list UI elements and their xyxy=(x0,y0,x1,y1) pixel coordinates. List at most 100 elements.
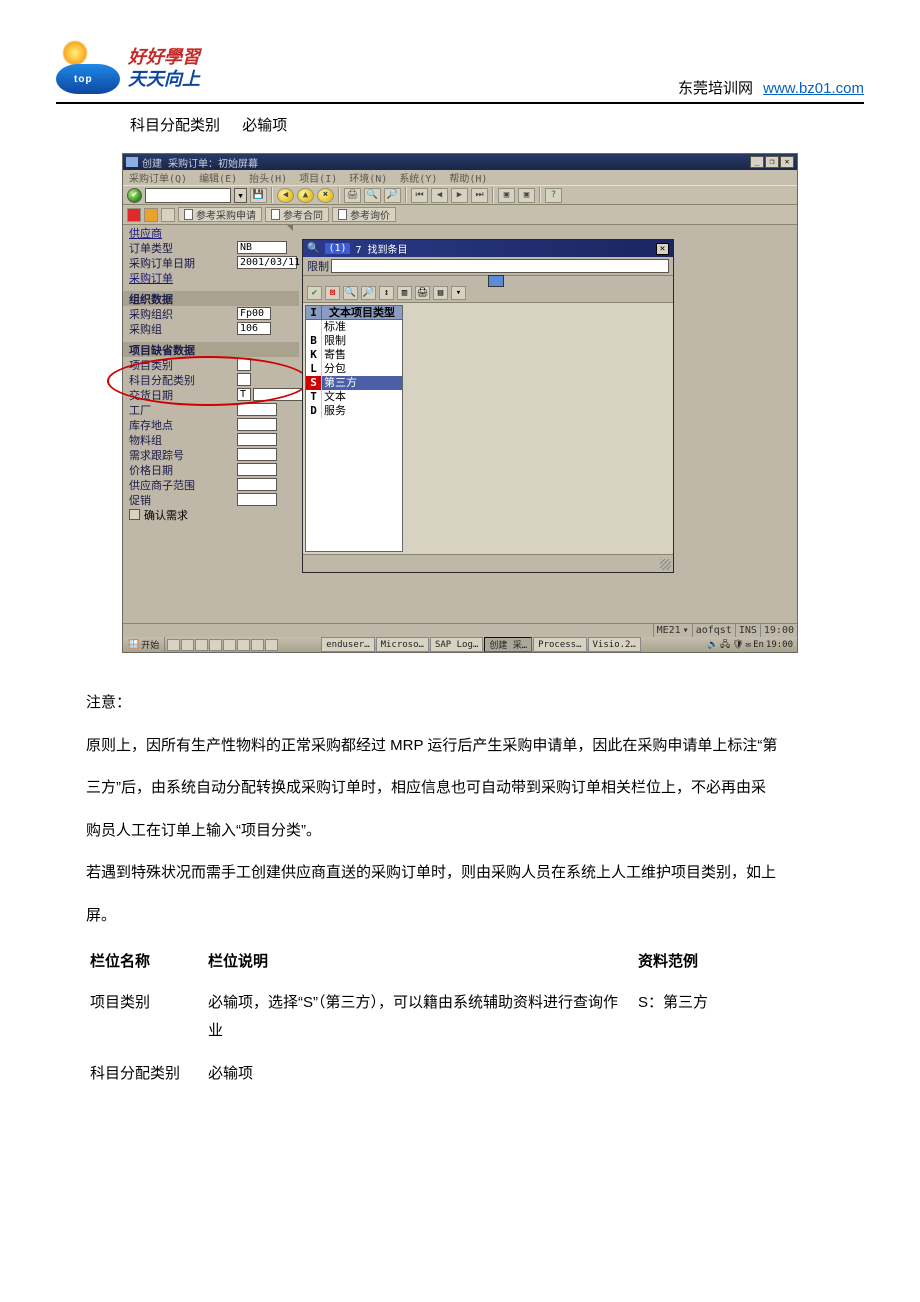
ref-contract-button[interactable]: 参考合同 xyxy=(265,207,329,222)
start-button[interactable]: 🪟 开始 xyxy=(123,637,165,652)
field-po-label[interactable]: 采购订单 xyxy=(129,270,237,286)
popup-export-icon[interactable]: ▤ xyxy=(433,286,448,300)
popup-sort-icon[interactable]: ↕ xyxy=(379,286,394,300)
tray-icon[interactable]: ✉ xyxy=(746,640,751,650)
save-icon[interactable]: 💾 xyxy=(250,188,267,203)
popup-restrict-input[interactable] xyxy=(331,259,669,273)
field-plant-value[interactable] xyxy=(237,403,277,416)
grid-row-selected[interactable]: S第三方 xyxy=(306,376,402,390)
header-site-link[interactable]: www.bz01.com xyxy=(763,80,864,97)
field-deliv-date-label: 交货日期 xyxy=(129,387,237,403)
popup-accept-icon[interactable]: ✔ xyxy=(307,286,322,300)
taskbar-task[interactable]: enduser… xyxy=(321,637,374,652)
menu-item[interactable]: 系统(Y) xyxy=(399,170,437,185)
field-matgrp-value[interactable] xyxy=(237,433,277,446)
tray-icon[interactable]: 🔊 xyxy=(707,640,718,650)
prev-page-icon[interactable]: ◀ xyxy=(431,188,448,203)
command-dropdown-icon[interactable]: ▾ xyxy=(234,188,247,203)
field-storage-value[interactable] xyxy=(237,418,277,431)
popup-cancel-icon[interactable]: ⊠ xyxy=(325,286,340,300)
grid-row[interactable]: L分包 xyxy=(306,362,402,376)
grid-row[interactable]: D服务 xyxy=(306,404,402,418)
popup-close-button[interactable]: ✕ xyxy=(656,243,669,255)
popup-print-icon[interactable]: 🖨 xyxy=(415,286,430,300)
field-purch-org-value[interactable]: Fp00 xyxy=(237,307,271,320)
menu-item[interactable]: 帮助(H) xyxy=(449,170,487,185)
popup-filter-icon[interactable]: ▥ xyxy=(397,286,412,300)
ql-icon[interactable] xyxy=(181,639,194,651)
popup-collapse-icon[interactable] xyxy=(488,275,504,287)
ref-quote-button[interactable]: 参考询价 xyxy=(332,207,396,222)
field-pricedate-value[interactable] xyxy=(237,463,277,476)
paragraph: 若遇到特殊状况而需手工创建供应商直送的采购订单时，则由采购人员在系统上人工维护项… xyxy=(56,859,864,888)
overview-icon[interactable] xyxy=(127,208,141,222)
last-page-icon[interactable]: ⏭ xyxy=(471,188,488,203)
tray-icon[interactable]: 🖧 xyxy=(720,637,730,653)
field-vendor-sub-value[interactable] xyxy=(237,478,277,491)
copy-icon[interactable] xyxy=(161,208,175,222)
field-acct-assign-value[interactable] xyxy=(237,373,251,386)
grid-row[interactable]: 标准 xyxy=(306,320,402,334)
popup-body: I 文本项目类型 标准 B限制 K寄售 L分包 S第三方 T文本 D服务 xyxy=(303,303,673,554)
menu-item[interactable]: 采购订单(Q) xyxy=(129,170,187,185)
popup-grid[interactable]: I 文本项目类型 标准 B限制 K寄售 L分包 S第三方 T文本 D服务 xyxy=(305,305,403,552)
confirm-checkbox[interactable] xyxy=(129,509,140,520)
back-icon[interactable]: ◀ xyxy=(277,188,294,203)
command-input[interactable] xyxy=(145,188,231,203)
th-name: 栏位名称 xyxy=(90,948,208,977)
first-page-icon[interactable]: ⏮ xyxy=(411,188,428,203)
grid-row[interactable]: T文本 xyxy=(306,390,402,404)
menu-item[interactable]: 环境(N) xyxy=(349,170,387,185)
window-title: 创建 采购订单：初始屏幕 xyxy=(142,155,750,170)
menu-item[interactable]: 编辑(E) xyxy=(199,170,237,185)
minimize-button[interactable]: _ xyxy=(750,156,764,168)
taskbar-task[interactable]: Microso… xyxy=(376,637,429,652)
ql-icon[interactable] xyxy=(167,639,180,651)
grid-row[interactable]: K寄售 xyxy=(306,348,402,362)
tray-lang[interactable]: En xyxy=(753,640,764,650)
taskbar-task[interactable]: Process… xyxy=(533,637,586,652)
find-icon[interactable]: 🔍 xyxy=(364,188,381,203)
field-purch-grp-value[interactable]: 106 xyxy=(237,322,271,335)
field-po-date-value[interactable]: 2001/03/11 xyxy=(237,256,297,269)
field-order-type-value[interactable]: NB xyxy=(237,241,287,254)
shortcut-icon[interactable]: ▣ xyxy=(518,188,535,203)
taskbar-task[interactable]: Visio.2… xyxy=(588,637,641,652)
field-item-category-value[interactable] xyxy=(237,358,251,371)
popup-restrict-label: 限制 xyxy=(307,258,329,274)
new-session-icon[interactable]: ▣ xyxy=(498,188,515,203)
print-icon[interactable]: 🖨 xyxy=(344,188,361,203)
field-promo-value[interactable] xyxy=(237,493,277,506)
cancel-icon[interactable]: ✖ xyxy=(317,188,334,203)
popup-search-icon[interactable]: 🔍 xyxy=(343,286,358,300)
field-reqtrack-value[interactable] xyxy=(237,448,277,461)
ql-icon[interactable] xyxy=(251,639,264,651)
taskbar-task-active[interactable]: 创建 采… xyxy=(484,637,532,652)
grid-row[interactable]: B限制 xyxy=(306,334,402,348)
enter-icon[interactable]: ✔ xyxy=(127,188,142,203)
exit-icon[interactable]: ▲ xyxy=(297,188,314,203)
popup-dropdown-icon[interactable]: ▾ xyxy=(451,286,466,300)
find-next-icon[interactable]: 🔎 xyxy=(384,188,401,203)
close-button[interactable]: ✕ xyxy=(780,156,794,168)
f4-popup: 🔍 (1) 7 找到条目 ✕ 限制 ✔ ⊠ � xyxy=(302,239,674,573)
field-supplier-label[interactable]: 供应商 xyxy=(129,225,237,241)
ql-icon[interactable] xyxy=(195,639,208,651)
ql-icon[interactable] xyxy=(223,639,236,651)
tray-icon[interactable]: 🛡 xyxy=(732,640,743,650)
popup-search-next-icon[interactable]: 🔎 xyxy=(361,286,376,300)
ql-icon[interactable] xyxy=(209,639,222,651)
maximize-button[interactable]: ❐ xyxy=(765,156,779,168)
field-deliv-date-cat[interactable]: T xyxy=(237,388,251,401)
popup-hits: 7 找到条目 xyxy=(356,241,650,256)
menu-item[interactable]: 抬头(H) xyxy=(249,170,287,185)
next-page-icon[interactable]: ▶ xyxy=(451,188,468,203)
ref-purchase-req-button[interactable]: 参考采购申请 xyxy=(178,207,262,222)
ql-icon[interactable] xyxy=(237,639,250,651)
header-details-icon[interactable] xyxy=(144,208,158,222)
taskbar-task[interactable]: SAP Log… xyxy=(430,637,483,652)
help-icon[interactable]: ? xyxy=(545,188,562,203)
field-reqtrack-label: 需求跟踪号 xyxy=(129,447,237,463)
menu-item[interactable]: 项目(I) xyxy=(299,170,337,185)
ql-icon[interactable] xyxy=(265,639,278,651)
